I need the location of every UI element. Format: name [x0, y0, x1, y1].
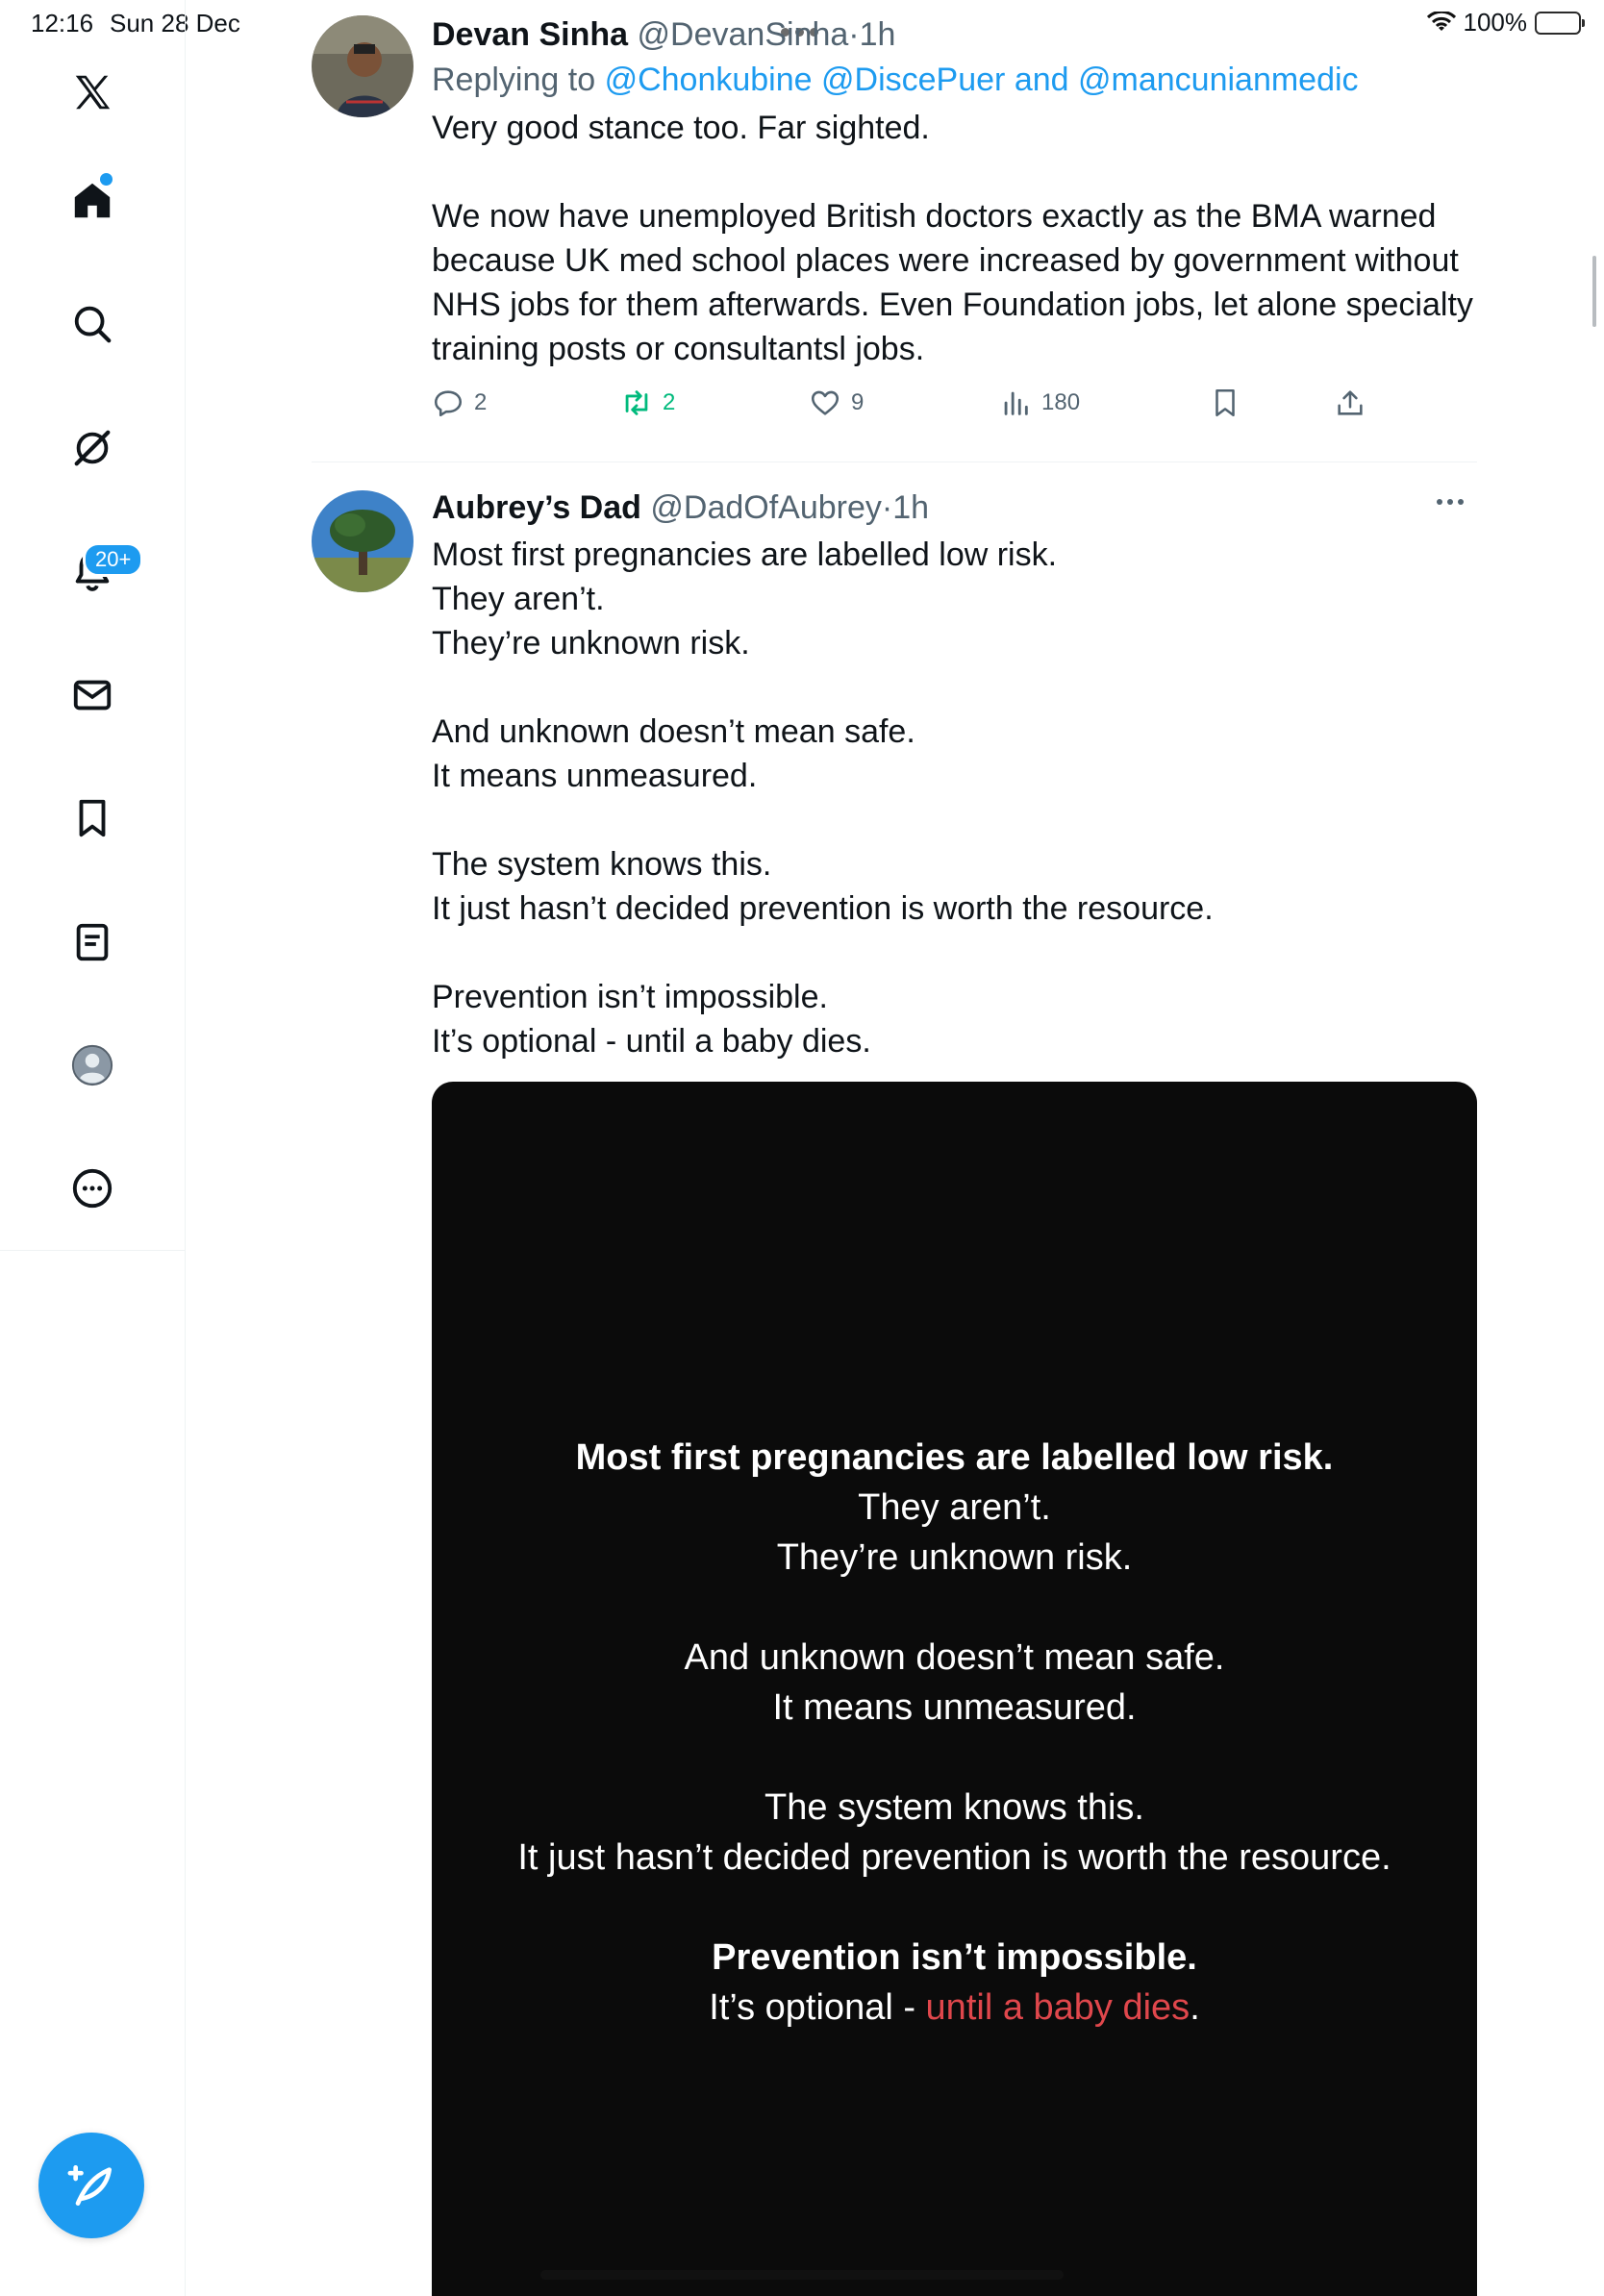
tweet-line: They’re unknown risk. — [432, 625, 750, 661]
views-chart-icon — [1004, 391, 1028, 415]
bookmark-button[interactable] — [1209, 387, 1241, 419]
tweet-line: They aren’t. — [432, 581, 605, 617]
author-name[interactable]: Aubrey’s Dad — [432, 489, 641, 526]
sidebar: 20+ — [0, 0, 186, 1251]
tweet-body: Aubrey’s Dad @DadOfAubrey·1h Most first … — [432, 488, 1475, 1063]
media-line: They’re unknown risk. — [776, 1537, 1133, 1578]
tweet-media-image[interactable]: Most first pregnancies are labelled low … — [432, 1082, 1477, 2296]
like-button[interactable]: 9 — [809, 387, 864, 419]
profile-icon[interactable] — [63, 1036, 122, 1095]
avatar[interactable] — [312, 490, 414, 592]
views-count: 180 — [1041, 389, 1081, 415]
repost-count: 2 — [663, 389, 676, 415]
media-line-highlight: until a baby dies — [925, 1987, 1190, 2028]
tweet-header: Aubrey’s Dad @DadOfAubrey·1h — [432, 488, 1475, 527]
author-name[interactable]: Devan Sinha — [432, 16, 628, 53]
tweet-text: Very good stance too. Far sighted. We no… — [432, 106, 1475, 371]
repost-button[interactable]: 2 — [620, 387, 675, 419]
mention-link[interactable]: @mancunianmedic — [1078, 62, 1359, 98]
tweet-body: Devan Sinha @DevanSinha·1h Replying to @… — [432, 15, 1475, 433]
media-line: Most first pregnancies are labelled low … — [575, 1437, 1334, 1478]
compose-button[interactable] — [38, 2133, 144, 2238]
reply-button[interactable]: 2 — [432, 387, 487, 419]
media-line: It’s optional - until a baby dies. — [432, 1983, 1477, 2033]
tweet-time[interactable]: 1h — [860, 16, 896, 53]
grok-icon[interactable] — [63, 418, 122, 478]
x-logo-icon[interactable] — [63, 62, 122, 122]
media-line-part: It’s optional - — [709, 1987, 926, 2028]
media-line: The system knows this. — [764, 1787, 1144, 1828]
media-line: It means unmeasured. — [772, 1687, 1137, 1728]
views-button[interactable]: 180 — [999, 387, 1080, 419]
author-handle[interactable]: @DadOfAubrey — [650, 489, 882, 526]
home-notification-dot — [100, 173, 113, 186]
tweet-line: It means unmeasured. — [432, 758, 758, 794]
scrollbar[interactable] — [1592, 256, 1596, 327]
tweet-time[interactable]: 1h — [892, 489, 929, 526]
bookmark-icon[interactable] — [63, 788, 122, 848]
lists-icon[interactable] — [63, 912, 122, 972]
home-icon[interactable] — [63, 171, 122, 231]
media-line: And unknown doesn’t mean safe. — [684, 1637, 1225, 1678]
mail-icon[interactable] — [63, 665, 122, 725]
more-options-icon[interactable] — [1437, 492, 1475, 512]
heart-icon — [811, 390, 840, 415]
search-icon[interactable] — [63, 294, 122, 354]
media-line-part: . — [1190, 1987, 1200, 2028]
media-text: Most first pregnancies are labelled low … — [432, 1433, 1477, 2033]
notifications-badge: 20+ — [83, 542, 144, 577]
share-button[interactable] — [1334, 387, 1366, 419]
mention-and: and — [1014, 62, 1069, 98]
tweet-line: Most first pregnancies are labelled low … — [432, 537, 1058, 573]
separator: · — [881, 489, 893, 526]
tweet-line: It’s optional - until a baby dies. — [432, 1023, 871, 1060]
mention-link[interactable]: @DiscePuer — [821, 62, 1005, 98]
replying-to-label: Replying to — [432, 62, 596, 98]
repost-icon — [625, 390, 648, 415]
more-circle-icon[interactable] — [63, 1159, 122, 1218]
media-line: Prevention isn’t impossible. — [712, 1937, 1197, 1978]
tweet[interactable]: Aubrey’s Dad @DadOfAubrey·1h Most first … — [312, 488, 1475, 1065]
media-line: They aren’t. — [858, 1487, 1051, 1528]
tweet-header: Devan Sinha @DevanSinha·1h — [432, 15, 1475, 54]
tweet-line: It just hasn’t decided prevention is wor… — [432, 890, 1214, 927]
compose-feather-icon — [67, 2165, 112, 2206]
share-icon — [1338, 390, 1363, 415]
avatar[interactable] — [312, 15, 414, 117]
tweet-text: Most first pregnancies are labelled low … — [432, 533, 1475, 1063]
tweet-paragraph: We now have unemployed British doctors e… — [432, 198, 1473, 367]
reply-count: 2 — [474, 389, 488, 415]
like-count: 9 — [851, 389, 865, 415]
separator: · — [848, 16, 860, 53]
reply-icon — [434, 390, 463, 417]
tweet-paragraph: Very good stance too. Far sighted. — [432, 110, 930, 146]
tweet[interactable]: Devan Sinha @DevanSinha·1h Replying to @… — [312, 15, 1475, 438]
author-handle[interactable]: @DevanSinha — [638, 16, 849, 53]
tweet-line: Prevention isn’t impossible. — [432, 979, 828, 1015]
replying-to: Replying to @Chonkubine @DiscePuer and @… — [432, 60, 1475, 100]
tweet-actions: 2 2 9 180 — [432, 387, 1475, 433]
bookmark-icon — [1216, 388, 1235, 417]
battery-icon — [1535, 11, 1585, 35]
mention-link[interactable]: @Chonkubine — [605, 62, 813, 98]
media-line: It just hasn’t decided prevention is wor… — [517, 1837, 1391, 1878]
home-indicator[interactable] — [540, 2270, 1064, 2280]
tweet-line: And unknown doesn’t mean safe. — [432, 713, 915, 750]
tweet-line: The system knows this. — [432, 846, 772, 883]
